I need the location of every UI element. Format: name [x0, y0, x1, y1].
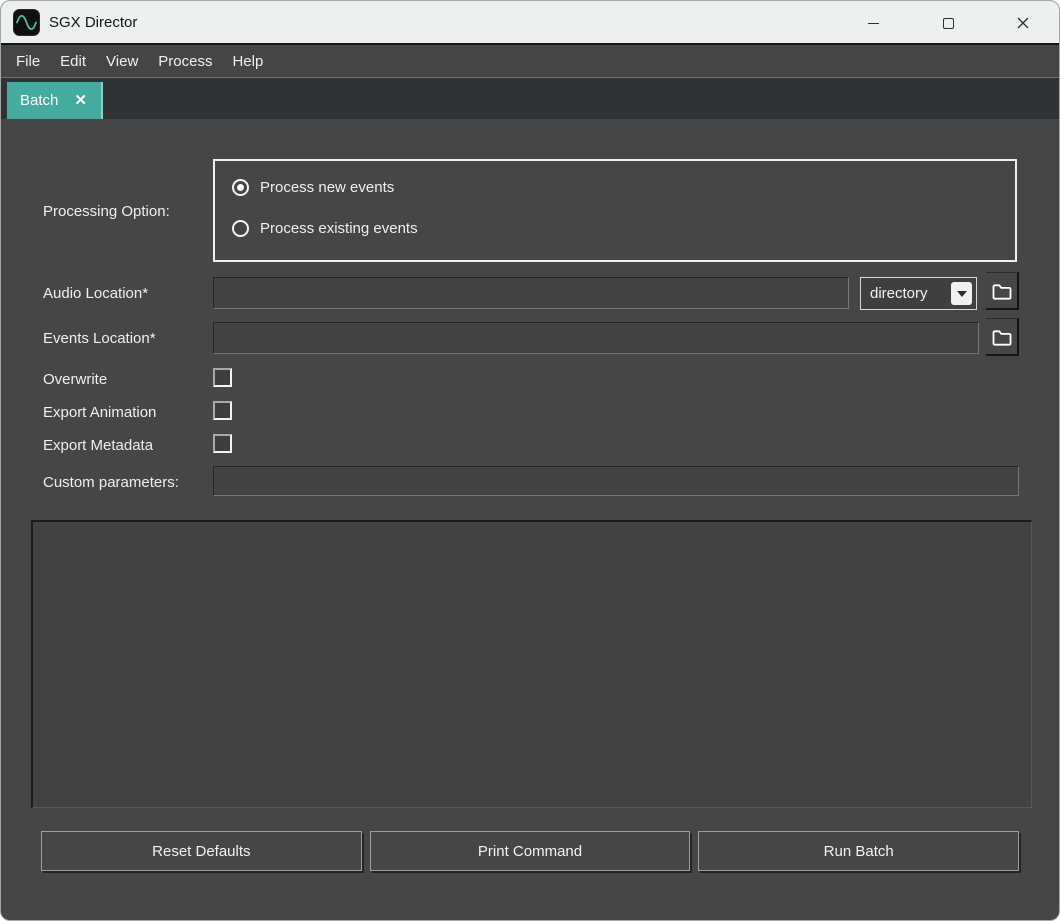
app-logo-icon — [13, 9, 40, 36]
custom-parameters-input[interactable] — [213, 466, 1019, 496]
app-window: SGX Director File Edit View Process Help… — [0, 0, 1060, 921]
folder-icon — [990, 279, 1014, 303]
close-button[interactable] — [1003, 6, 1043, 40]
minimize-icon — [868, 23, 879, 24]
tab-batch[interactable]: Batch ✕ — [7, 82, 103, 119]
export-metadata-label: Export Metadata — [43, 437, 153, 454]
menu-process[interactable]: Process — [148, 45, 222, 77]
radio-label-new-events: Process new events — [260, 179, 394, 196]
output-log-area[interactable] — [31, 520, 1032, 808]
overwrite-label: Overwrite — [43, 371, 107, 388]
print-command-button[interactable]: Print Command — [370, 831, 691, 871]
reset-defaults-button[interactable]: Reset Defaults — [41, 831, 362, 871]
menu-help[interactable]: Help — [222, 45, 273, 77]
batch-panel: Processing Option: Process new events Pr… — [1, 119, 1059, 919]
menu-view[interactable]: View — [96, 45, 148, 77]
menu-edit[interactable]: Edit — [50, 45, 96, 77]
export-metadata-checkbox[interactable] — [213, 434, 232, 453]
processing-option-label: Processing Option: — [43, 203, 170, 220]
overwrite-checkbox[interactable] — [213, 368, 232, 387]
audio-location-browse-button[interactable] — [986, 272, 1019, 310]
processing-option-group: Process new events Process existing even… — [213, 159, 1017, 262]
combo-dropdown-button[interactable] — [951, 282, 972, 305]
radio-processing-0[interactable] — [232, 179, 249, 196]
menu-file[interactable]: File — [6, 45, 50, 77]
chevron-down-icon — [957, 291, 967, 297]
maximize-icon — [943, 18, 954, 29]
title-bar: SGX Director — [1, 1, 1059, 45]
events-location-input[interactable] — [213, 322, 979, 354]
radio-processing-1[interactable] — [232, 220, 249, 237]
audio-location-input[interactable] — [213, 277, 849, 309]
folder-icon — [990, 325, 1014, 349]
combo-selected-value: directory — [861, 285, 951, 302]
close-icon — [1016, 16, 1030, 30]
tab-batch-label: Batch — [20, 92, 58, 109]
menu-bar: File Edit View Process Help — [1, 45, 1059, 78]
minimize-button[interactable] — [853, 6, 893, 40]
action-button-row: Reset Defaults Print Command Run Batch — [41, 831, 1019, 871]
audio-location-label: Audio Location* — [43, 285, 148, 302]
tab-close-icon[interactable]: ✕ — [74, 93, 87, 108]
radio-row-new-events[interactable]: Process new events — [232, 179, 394, 196]
events-location-label: Events Location* — [43, 330, 156, 347]
run-batch-button[interactable]: Run Batch — [698, 831, 1019, 871]
radio-label-existing-events: Process existing events — [260, 220, 418, 237]
events-location-browse-button[interactable] — [986, 318, 1019, 356]
window-title: SGX Director — [49, 14, 137, 31]
window-controls — [853, 1, 1043, 45]
export-animation-label: Export Animation — [43, 404, 156, 421]
audio-location-type-select[interactable]: directory — [860, 277, 977, 310]
custom-parameters-label: Custom parameters: — [43, 474, 179, 491]
maximize-button[interactable] — [928, 6, 968, 40]
radio-row-existing-events[interactable]: Process existing events — [232, 220, 418, 237]
export-animation-checkbox[interactable] — [213, 401, 232, 420]
tab-bar: Batch ✕ — [1, 78, 1059, 119]
